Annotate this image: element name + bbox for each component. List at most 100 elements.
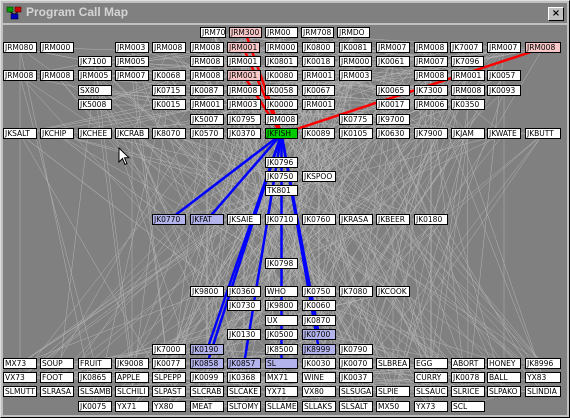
program-node[interactable]: JK0078 <box>451 372 485 383</box>
program-node[interactable]: JRM000 <box>339 56 372 67</box>
program-node[interactable]: JKSALT <box>3 128 37 139</box>
program-node[interactable]: JK9800 <box>265 300 298 311</box>
program-node[interactable]: CURRY <box>414 372 448 383</box>
program-node[interactable]: JK9008 <box>115 358 149 369</box>
program-node[interactable]: SX80 <box>78 85 112 96</box>
program-node[interactable]: JRM006 <box>414 99 448 110</box>
program-node[interactable]: APPLE <box>115 372 149 383</box>
program-node[interactable]: JRM008 <box>451 85 485 96</box>
program-node[interactable]: JK0770 <box>152 214 186 225</box>
program-node[interactable]: JK0080 <box>265 70 298 81</box>
program-node[interactable]: FRUIT <box>78 358 112 369</box>
program-node[interactable]: JRM001 <box>451 70 485 81</box>
program-node[interactable]: SLPAST <box>152 386 186 397</box>
program-node[interactable]: JRM001 <box>302 70 335 81</box>
program-node[interactable]: JK0058 <box>265 85 298 96</box>
program-node[interactable]: JK0730 <box>227 300 261 311</box>
program-node[interactable]: JK0795 <box>227 114 261 125</box>
program-node[interactable]: JRM007 <box>376 42 410 53</box>
program-node[interactable]: SLRASA <box>40 386 74 397</box>
program-node[interactable]: JK0570 <box>190 128 224 139</box>
program-node[interactable]: JKCHEE <box>78 128 112 139</box>
program-node[interactable]: SLSALT <box>339 401 373 412</box>
program-node[interactable]: SCL <box>451 401 485 412</box>
program-node[interactable]: JK0750 <box>302 286 336 297</box>
program-node[interactable]: JK0000 <box>265 99 298 110</box>
program-node[interactable]: JK0775 <box>339 114 373 125</box>
program-node[interactable]: MX50 <box>376 401 410 412</box>
program-node[interactable]: JK0075 <box>78 401 112 412</box>
program-node[interactable]: JK0801 <box>265 56 298 67</box>
program-node[interactable]: SOUP <box>40 358 74 369</box>
program-node[interactable]: SLCRAB <box>190 386 224 397</box>
program-node[interactable]: YX71 <box>265 386 298 397</box>
program-node[interactable]: JK0089 <box>302 128 335 139</box>
program-node[interactable]: SLCHILI <box>115 386 149 397</box>
program-node[interactable]: YX83 <box>525 372 561 383</box>
program-node[interactable]: JK5008 <box>78 99 112 110</box>
program-node[interactable]: SLLAKS <box>302 401 336 412</box>
program-node[interactable]: JK0715 <box>152 85 186 96</box>
program-node[interactable]: JK0077 <box>152 358 186 369</box>
program-node[interactable]: JK0099 <box>190 372 224 383</box>
program-node[interactable]: VX73 <box>3 372 37 383</box>
program-node[interactable]: JRM001 <box>227 42 260 53</box>
program-node[interactable]: JKCRAB <box>115 128 149 139</box>
program-node[interactable]: TK801 <box>265 185 298 196</box>
program-node[interactable]: JRM007 <box>487 42 521 53</box>
program-node[interactable]: JK0180 <box>414 214 448 225</box>
program-node[interactable]: SL <box>265 358 298 369</box>
program-node[interactable]: JK0710 <box>265 214 298 225</box>
program-node[interactable]: JK0870 <box>302 315 336 326</box>
program-node[interactable]: JRM00 <box>265 27 298 38</box>
program-node[interactable]: JK7100 <box>78 56 112 67</box>
program-node[interactable]: JRM708 <box>301 27 334 38</box>
program-node[interactable]: JK7000 <box>152 344 186 355</box>
program-node[interactable]: YX80 <box>152 401 186 412</box>
program-node[interactable]: JK0017 <box>376 99 410 110</box>
program-node[interactable]: YX71 <box>115 401 149 412</box>
program-node[interactable]: JK0130 <box>227 329 261 340</box>
program-node[interactable]: JK0190 <box>190 344 224 355</box>
program-node[interactable]: JRM008 <box>190 42 224 53</box>
program-node[interactable]: JRM001 <box>227 56 261 67</box>
program-node[interactable]: JRM000 <box>40 42 74 53</box>
program-node[interactable]: JRM007 <box>414 56 448 67</box>
program-node[interactable]: ABORT <box>451 358 485 369</box>
program-node[interactable]: JRM003 <box>339 70 372 81</box>
program-node[interactable]: JK0105 <box>339 128 373 139</box>
program-node[interactable]: JKSAIE <box>227 214 261 225</box>
program-node[interactable]: WHO <box>265 286 298 297</box>
program-node[interactable]: JK8500 <box>265 344 298 355</box>
program-node[interactable]: JRM001 <box>227 70 261 81</box>
program-node[interactable]: JK7096 <box>451 56 484 67</box>
program-node[interactable]: JKSPOO <box>302 171 336 182</box>
program-node[interactable]: BALL <box>487 372 521 383</box>
program-node[interactable]: JKFAT <box>190 214 224 225</box>
program-node[interactable]: SLLAME <box>265 401 298 412</box>
program-node[interactable]: SLINDIA <box>525 386 561 397</box>
program-node[interactable]: JKBUTT <box>525 128 561 139</box>
program-node[interactable]: JK0067 <box>302 85 335 96</box>
program-node[interactable]: JRM008 <box>227 85 261 96</box>
program-node[interactable]: SLPIE <box>376 386 410 397</box>
program-node[interactable]: MEAT <box>190 401 224 412</box>
program-node[interactable]: JK7900 <box>414 128 448 139</box>
program-node[interactable]: JRM008 <box>190 56 224 67</box>
program-node[interactable]: VX80 <box>302 386 336 397</box>
program-node[interactable]: JRM008 <box>414 42 448 53</box>
program-node[interactable]: JK0070 <box>339 358 373 369</box>
program-node[interactable]: JRM008 <box>3 70 37 81</box>
program-node[interactable]: UX <box>265 315 298 326</box>
program-node[interactable]: JK0030 <box>302 358 336 369</box>
program-node[interactable]: JK0087 <box>190 85 224 96</box>
program-node[interactable]: JK5007 <box>190 114 224 125</box>
program-node[interactable]: JK0760 <box>302 214 336 225</box>
program-node[interactable]: SLSAUC <box>414 386 448 397</box>
program-node[interactable]: JKRASA <box>339 214 373 225</box>
program-node[interactable]: JKCHIP <box>40 128 74 139</box>
title-bar[interactable]: Program Call Map × <box>3 3 567 23</box>
program-node[interactable]: JK0057 <box>487 70 521 81</box>
program-node[interactable]: JK0015 <box>152 99 186 110</box>
program-node[interactable]: JK0800 <box>302 42 335 53</box>
